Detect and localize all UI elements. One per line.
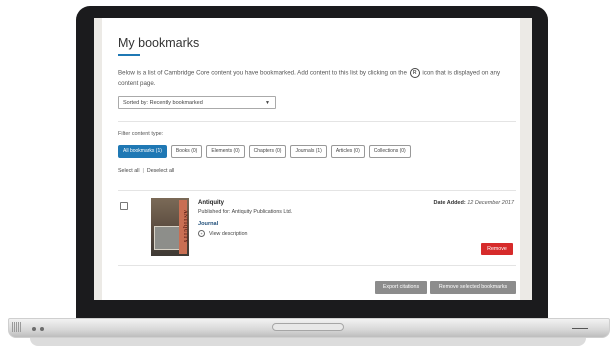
plus-icon: + <box>198 230 205 237</box>
intro-text: Below is a list of Cambridge Core conten… <box>118 68 518 89</box>
filter-books-button[interactable]: Books (0) <box>170 145 203 158</box>
filter-chapters-button[interactable]: Chapters (0) <box>248 145 287 158</box>
divider <box>118 190 516 191</box>
page-title: My bookmarks <box>118 36 200 50</box>
speaker-grille <box>12 322 22 332</box>
filter-elements-button[interactable]: Elements (0) <box>206 145 245 158</box>
export-citations-button[interactable]: Export citations <box>375 281 427 294</box>
date-added: Date Added: 12 December 2017 <box>434 200 515 206</box>
laptop-base-shadow <box>30 338 586 346</box>
base-indicator <box>572 328 588 329</box>
cover-title: ANTIQUITY <box>179 200 187 254</box>
intro-text-part1: Below is a list of Cambridge Core conten… <box>118 69 409 77</box>
bookmark-published-for: Published for: Antiquity Publications Lt… <box>198 209 293 215</box>
screen-right-margin <box>520 18 532 300</box>
remove-button[interactable]: Remove <box>481 243 513 255</box>
bookmark-type: Journal <box>198 221 219 227</box>
filter-articles-button[interactable]: Articles (0) <box>330 145 365 158</box>
view-description-toggle[interactable]: + View description <box>198 230 247 237</box>
filter-journals-button[interactable]: Journals (1) <box>290 145 327 158</box>
bookmark-icon: R <box>409 68 420 78</box>
remove-selected-bookmarks-button[interactable]: Remove selected bookmarks <box>430 281 516 294</box>
screen-left-margin <box>94 18 102 300</box>
bookmark-title[interactable]: Antiquity <box>198 200 224 206</box>
divider <box>118 121 516 122</box>
deselect-all-link[interactable]: Deselect all <box>147 168 174 174</box>
date-added-label: Date Added: <box>433 200 466 206</box>
divider <box>118 265 516 266</box>
date-added-value: 12 December 2017 <box>467 200 514 206</box>
view-description-label: View description <box>209 230 248 237</box>
chevron-down-icon: ▼ <box>265 100 270 106</box>
separator: | <box>142 168 144 174</box>
filter-collections-button[interactable]: Collections (0) <box>368 145 411 158</box>
select-links: Select all | Deselect all <box>118 168 174 174</box>
filter-label: Filter content type: <box>118 131 164 137</box>
status-light <box>40 327 44 331</box>
title-underline <box>118 54 140 56</box>
lid-notch <box>272 323 344 331</box>
filter-buttons: All bookmarks (1) Books (0) Elements (0)… <box>118 145 411 158</box>
status-light <box>32 327 36 331</box>
screen: My bookmarks Below is a list of Cambridg… <box>94 18 532 300</box>
sort-select-value: Sorted by: Recently bookmarked <box>123 100 203 106</box>
select-all-link[interactable]: Select all <box>118 168 140 174</box>
bookmarks-page: My bookmarks Below is a list of Cambridg… <box>102 18 520 300</box>
cover-photo <box>154 226 180 250</box>
sort-select[interactable]: Sorted by: Recently bookmarked ▼ <box>118 96 276 109</box>
bookmark-checkbox[interactable] <box>120 202 128 210</box>
filter-all-bookmarks-button[interactable]: All bookmarks (1) <box>118 145 167 158</box>
book-cover-image[interactable]: ANTIQUITY <box>151 198 189 256</box>
